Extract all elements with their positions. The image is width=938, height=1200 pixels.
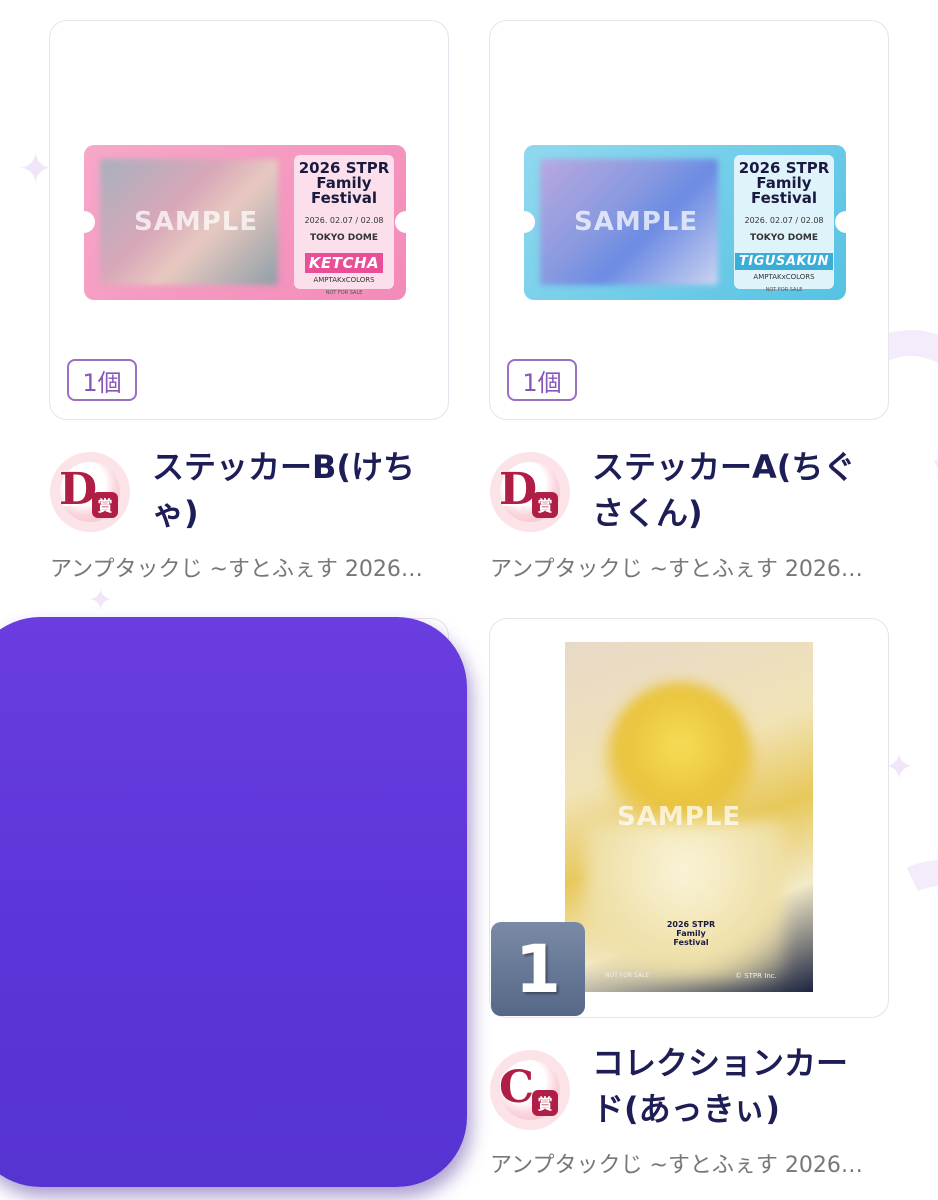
prize-title[interactable]: ステッカーA(ちぐ さくん) [592,444,892,536]
sample-watermark: SAMPLE [617,802,742,832]
copyright: © STPR Inc. [735,972,777,980]
quantity-badge: 1個 [507,359,577,401]
not-for-sale-label: NOT FOR SALE [325,290,363,296]
ticket-stub: 2026 STPR Family Festival 2026. 02.07 / … [294,155,394,296]
prize-title[interactable]: コレクションカー ド(あっきぃ) [592,1040,892,1132]
lottery-name: アンプタックじ ~すとふぇす 2026… [490,1153,863,1178]
event-venue: TOKYO DOME [310,233,378,243]
prize-card-sticker-b[interactable]: SAMPLE 2026 STPR Family Festival 2026. 0… [49,20,449,420]
collection-card-image: SAMPLE 2026 STPR Family Festival NOT FOR… [565,642,813,992]
prize-card-sticker-a[interactable]: SAMPLE 2026 STPR Family Festival 2026. 0… [489,20,889,420]
group-name: AMPTAKxCOLORS [753,273,815,281]
sample-watermark: SAMPLE [574,207,699,237]
festival-logo: 2026 STPR Family Festival [738,159,830,207]
sample-watermark: SAMPLE [134,207,259,237]
prize-title[interactable]: ステッカーB(けち ゃ) [152,444,452,536]
sparkle-icon: ✦ [88,583,114,618]
owned-count-badge: 1 [491,922,585,1016]
festival-logo: 2026 STPR Family Festival [298,159,390,207]
member-name: TIGUSAKUN [735,253,833,270]
sticker-image: SAMPLE 2026 STPR Family Festival 2026. 0… [513,145,857,300]
event-date: 2026. 02.07 / 02.08 [744,216,824,225]
lottery-name: アンプタックじ ~すとふぇす 2026… [490,557,863,582]
not-for-sale-label: NOT FOR SALE [765,287,803,293]
ticket-stub: 2026 STPR Family Festival 2026. 02.07 / … [734,155,834,293]
purple-overlay-panel[interactable] [0,617,467,1187]
event-date: 2026. 02.07 / 02.08 [304,216,384,225]
event-venue: TOKYO DOME [750,233,818,243]
prize-rank-badge: D 賞 [490,452,570,532]
festival-logo: 2026 STPR Family Festival [666,920,716,947]
not-for-sale-label: NOT FOR SALE [605,972,650,979]
sparkle-icon: ✦ [18,144,54,193]
group-name: AMPTAKxCOLORS [313,276,375,284]
lottery-name: アンプタックじ ~すとふぇす 2026… [50,557,423,582]
prize-rank-badge: C 賞 [490,1050,570,1130]
prize-rank-badge: D 賞 [50,452,130,532]
member-name: KETCHA [304,253,384,273]
quantity-badge: 1個 [67,359,137,401]
sticker-image: SAMPLE 2026 STPR Family Festival 2026. 0… [73,145,417,300]
